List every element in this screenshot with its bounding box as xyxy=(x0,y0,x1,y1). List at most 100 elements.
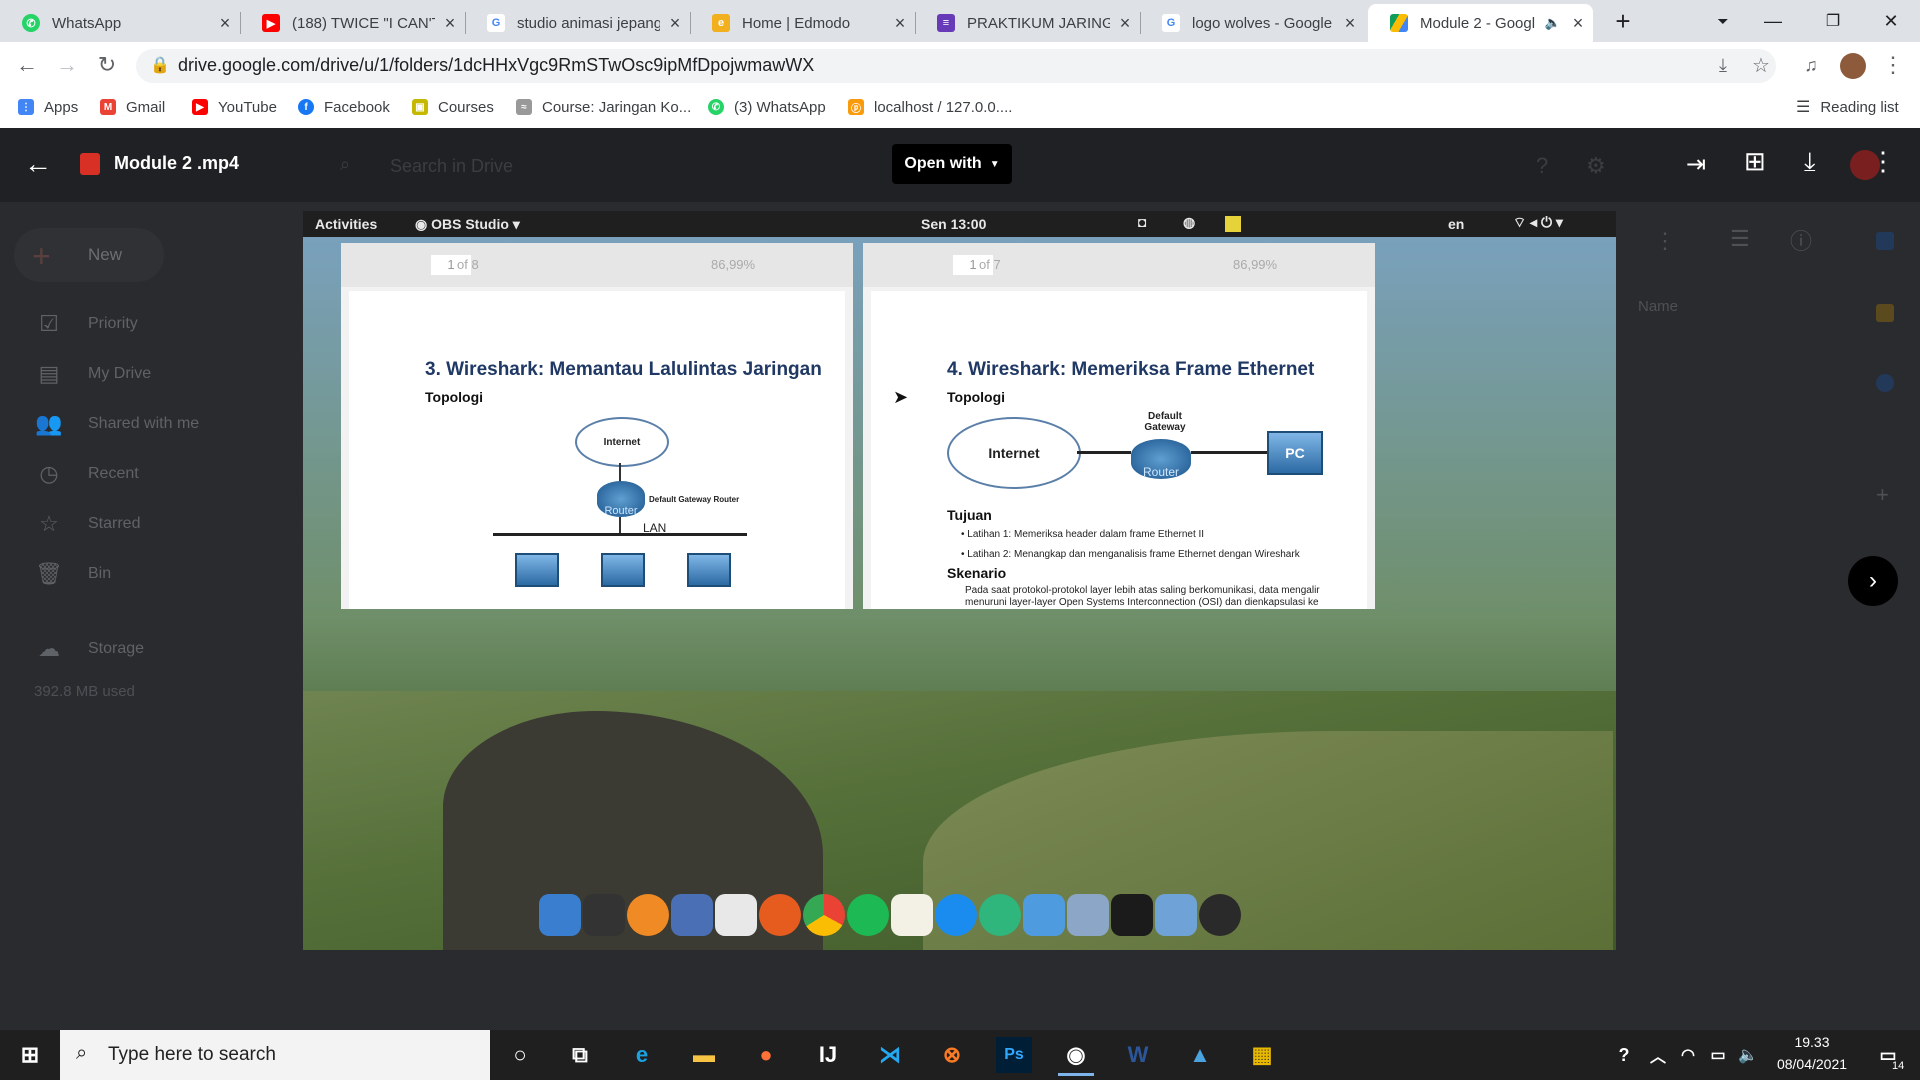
whatsapp-icon: ✆ xyxy=(708,99,724,115)
sidebar-item-recent[interactable]: Recent xyxy=(88,465,139,483)
tab-edmodo[interactable]: e Home | Edmodo × xyxy=(690,4,915,42)
new-button[interactable]: + New xyxy=(14,228,164,282)
tab-title: (188) TWICE "I CAN'T xyxy=(292,14,435,32)
media-control-icon[interactable]: ♫ xyxy=(1796,50,1826,80)
back-icon[interactable]: ← xyxy=(12,50,42,80)
file-explorer-icon[interactable]: ▬ xyxy=(686,1037,722,1073)
activities-label: Activities xyxy=(315,216,378,232)
sidebar-item-storage[interactable]: Storage xyxy=(88,640,144,658)
close-icon[interactable]: × xyxy=(435,13,465,34)
windows-start-icon[interactable]: ⊞ xyxy=(12,1037,48,1073)
close-icon[interactable]: × xyxy=(885,13,915,34)
drive-search-placeholder: Search in Drive xyxy=(390,156,514,176)
edge-icon[interactable]: e xyxy=(624,1037,660,1073)
photos-icon[interactable]: ▲ xyxy=(1182,1037,1218,1073)
more-actions-icon[interactable]: ⋮ xyxy=(1870,146,1896,177)
intellij-icon[interactable]: IJ xyxy=(810,1037,846,1073)
lock-icon[interactable]: 🔒 xyxy=(150,55,170,75)
keep-icon[interactable] xyxy=(1876,304,1894,322)
close-icon[interactable]: × xyxy=(660,13,690,34)
bookmark-facebook[interactable]: f Facebook xyxy=(298,96,390,118)
url-text[interactable]: drive.google.com/drive/u/1/folders/1dcHH… xyxy=(178,55,814,76)
tab-drive-active[interactable]: Module 2 - Googl 🔈 × xyxy=(1368,4,1593,42)
taskbar-clock[interactable]: 19.33 08/04/2021 xyxy=(1766,1034,1858,1072)
bookmark-localhost[interactable]: ⓟ localhost / 127.0.0.... xyxy=(848,96,1012,118)
vscode-icon[interactable]: ⋊ xyxy=(872,1037,908,1073)
pdf-window-left: 1 of 8 86,99% 3. Wireshark: Memantau Lal… xyxy=(341,243,853,609)
sidebar-item-shared[interactable]: Shared with me xyxy=(88,415,199,433)
restore-button[interactable]: ❐ xyxy=(1810,0,1856,42)
minimize-button[interactable]: — xyxy=(1750,0,1796,42)
bookmark-label: Course: Jaringan Ko... xyxy=(542,98,692,116)
reload-icon[interactable]: ↻ xyxy=(92,50,122,80)
speaker-icon[interactable]: 🔈 xyxy=(1545,15,1561,31)
close-window-button[interactable]: ✕ xyxy=(1868,0,1914,42)
xampp-icon[interactable]: ⊗ xyxy=(934,1037,970,1073)
internet-cloud: Internet xyxy=(947,417,1081,489)
cortana-icon[interactable]: ○ xyxy=(502,1037,538,1073)
sidebar-item-priority[interactable]: Priority xyxy=(88,315,138,333)
new-tab-button[interactable]: + xyxy=(1600,0,1646,42)
close-icon[interactable]: × xyxy=(1335,13,1365,34)
forward-icon[interactable]: → xyxy=(52,50,82,80)
open-with-button[interactable]: Open with ▼ xyxy=(892,144,1012,184)
column-header-name[interactable]: Name xyxy=(1638,298,1678,315)
reading-list-icon: ☰ xyxy=(1796,99,1811,116)
bookmark-whatsapp[interactable]: ✆ (3) WhatsApp xyxy=(708,96,826,118)
doc-skenario: Skenario xyxy=(947,565,1007,581)
bookmark-courses[interactable]: ▣ Courses xyxy=(412,96,494,118)
close-icon[interactable]: × xyxy=(210,13,240,34)
sidebar-item-bin[interactable]: Bin xyxy=(88,565,111,583)
bookmark-cisco-course[interactable]: ≈ Course: Jaringan Ko... xyxy=(516,96,691,118)
chrome-taskbar-icon[interactable]: ◉ xyxy=(1058,1037,1094,1076)
tab-whatsapp[interactable]: ✆ WhatsApp × xyxy=(0,4,240,42)
pc-label: PC xyxy=(1285,445,1305,461)
courses-icon: ▣ xyxy=(412,99,428,115)
firefox-icon[interactable]: ● xyxy=(748,1037,784,1073)
video-file-icon xyxy=(80,153,100,175)
word-icon[interactable]: W xyxy=(1120,1037,1156,1073)
more-icon[interactable]: ⋮ xyxy=(1654,228,1676,254)
calendar-icon[interactable] xyxy=(1876,232,1894,250)
download-icon[interactable]: ⤓ xyxy=(1804,146,1816,178)
tab-title: studio animasi jepang xyxy=(517,14,660,32)
skenario-text: Pada saat protokol-protokol layer lebih … xyxy=(965,585,1320,608)
bookmark-gmail[interactable]: M Gmail xyxy=(100,96,165,118)
info-icon[interactable]: ⓘ xyxy=(1790,224,1812,256)
help-tray-icon[interactable]: ? xyxy=(1606,1037,1642,1073)
list-view-icon[interactable]: ☰ xyxy=(1730,226,1750,252)
avatar[interactable] xyxy=(1840,53,1866,79)
tab-youtube[interactable]: ▶ (188) TWICE "I CAN'T × xyxy=(240,4,465,42)
photoshop-icon[interactable]: Ps xyxy=(996,1037,1032,1073)
bookmark-apps[interactable]: ⋮ Apps xyxy=(18,96,78,118)
tab-google-search[interactable]: G studio animasi jepang × xyxy=(465,4,690,42)
next-file-button[interactable]: › xyxy=(1848,556,1898,606)
tasks-icon[interactable] xyxy=(1876,374,1894,392)
video-player[interactable]: Activities ◉ OBS Studio ▾ Sen 13:00 ◘ ◍ … xyxy=(303,211,1616,950)
tab-forms[interactable]: ≡ PRAKTIKUM JARINGA × xyxy=(915,4,1140,42)
star-icon: ☆ xyxy=(39,511,59,536)
doc-tujuan: Tujuan xyxy=(947,507,992,523)
spotify-icon xyxy=(847,894,889,936)
sidebar-item-starred[interactable]: Starred xyxy=(88,515,140,533)
install-icon[interactable]: ⤓ xyxy=(1708,50,1738,80)
sidebar-item-my-drive[interactable]: My Drive xyxy=(88,365,151,383)
taskbar-search[interactable]: ⌕ Type here to search xyxy=(60,1030,490,1080)
menu-dots-icon[interactable]: ⋮ xyxy=(1878,50,1908,80)
tab-title: Home | Edmodo xyxy=(742,14,851,32)
app-icon-colorful[interactable]: ▦ xyxy=(1244,1037,1280,1073)
tab-google-wolves[interactable]: G logo wolves - Google × xyxy=(1140,4,1365,42)
tab-search-icon[interactable]: ⏷ xyxy=(1700,0,1746,42)
camera-icon: ◘ xyxy=(1138,214,1147,230)
bookmark-youtube[interactable]: ▶ YouTube xyxy=(192,96,277,118)
close-icon[interactable]: × xyxy=(1563,13,1593,34)
close-icon[interactable]: × xyxy=(1110,13,1140,34)
bookmark-star-icon[interactable]: ☆ xyxy=(1746,50,1776,80)
task-view-icon[interactable]: ⧉ xyxy=(562,1037,598,1073)
move-to-folder-icon[interactable]: ⇥ xyxy=(1686,150,1706,179)
back-arrow-icon[interactable]: ← xyxy=(24,148,52,180)
add-shortcut-icon[interactable]: ⊞ xyxy=(1744,146,1766,177)
add-addon-icon[interactable]: + xyxy=(1876,482,1889,508)
reading-list-button[interactable]: ☰ Reading list xyxy=(1796,96,1899,118)
volume-icon[interactable]: 🔈 xyxy=(1730,1037,1766,1073)
